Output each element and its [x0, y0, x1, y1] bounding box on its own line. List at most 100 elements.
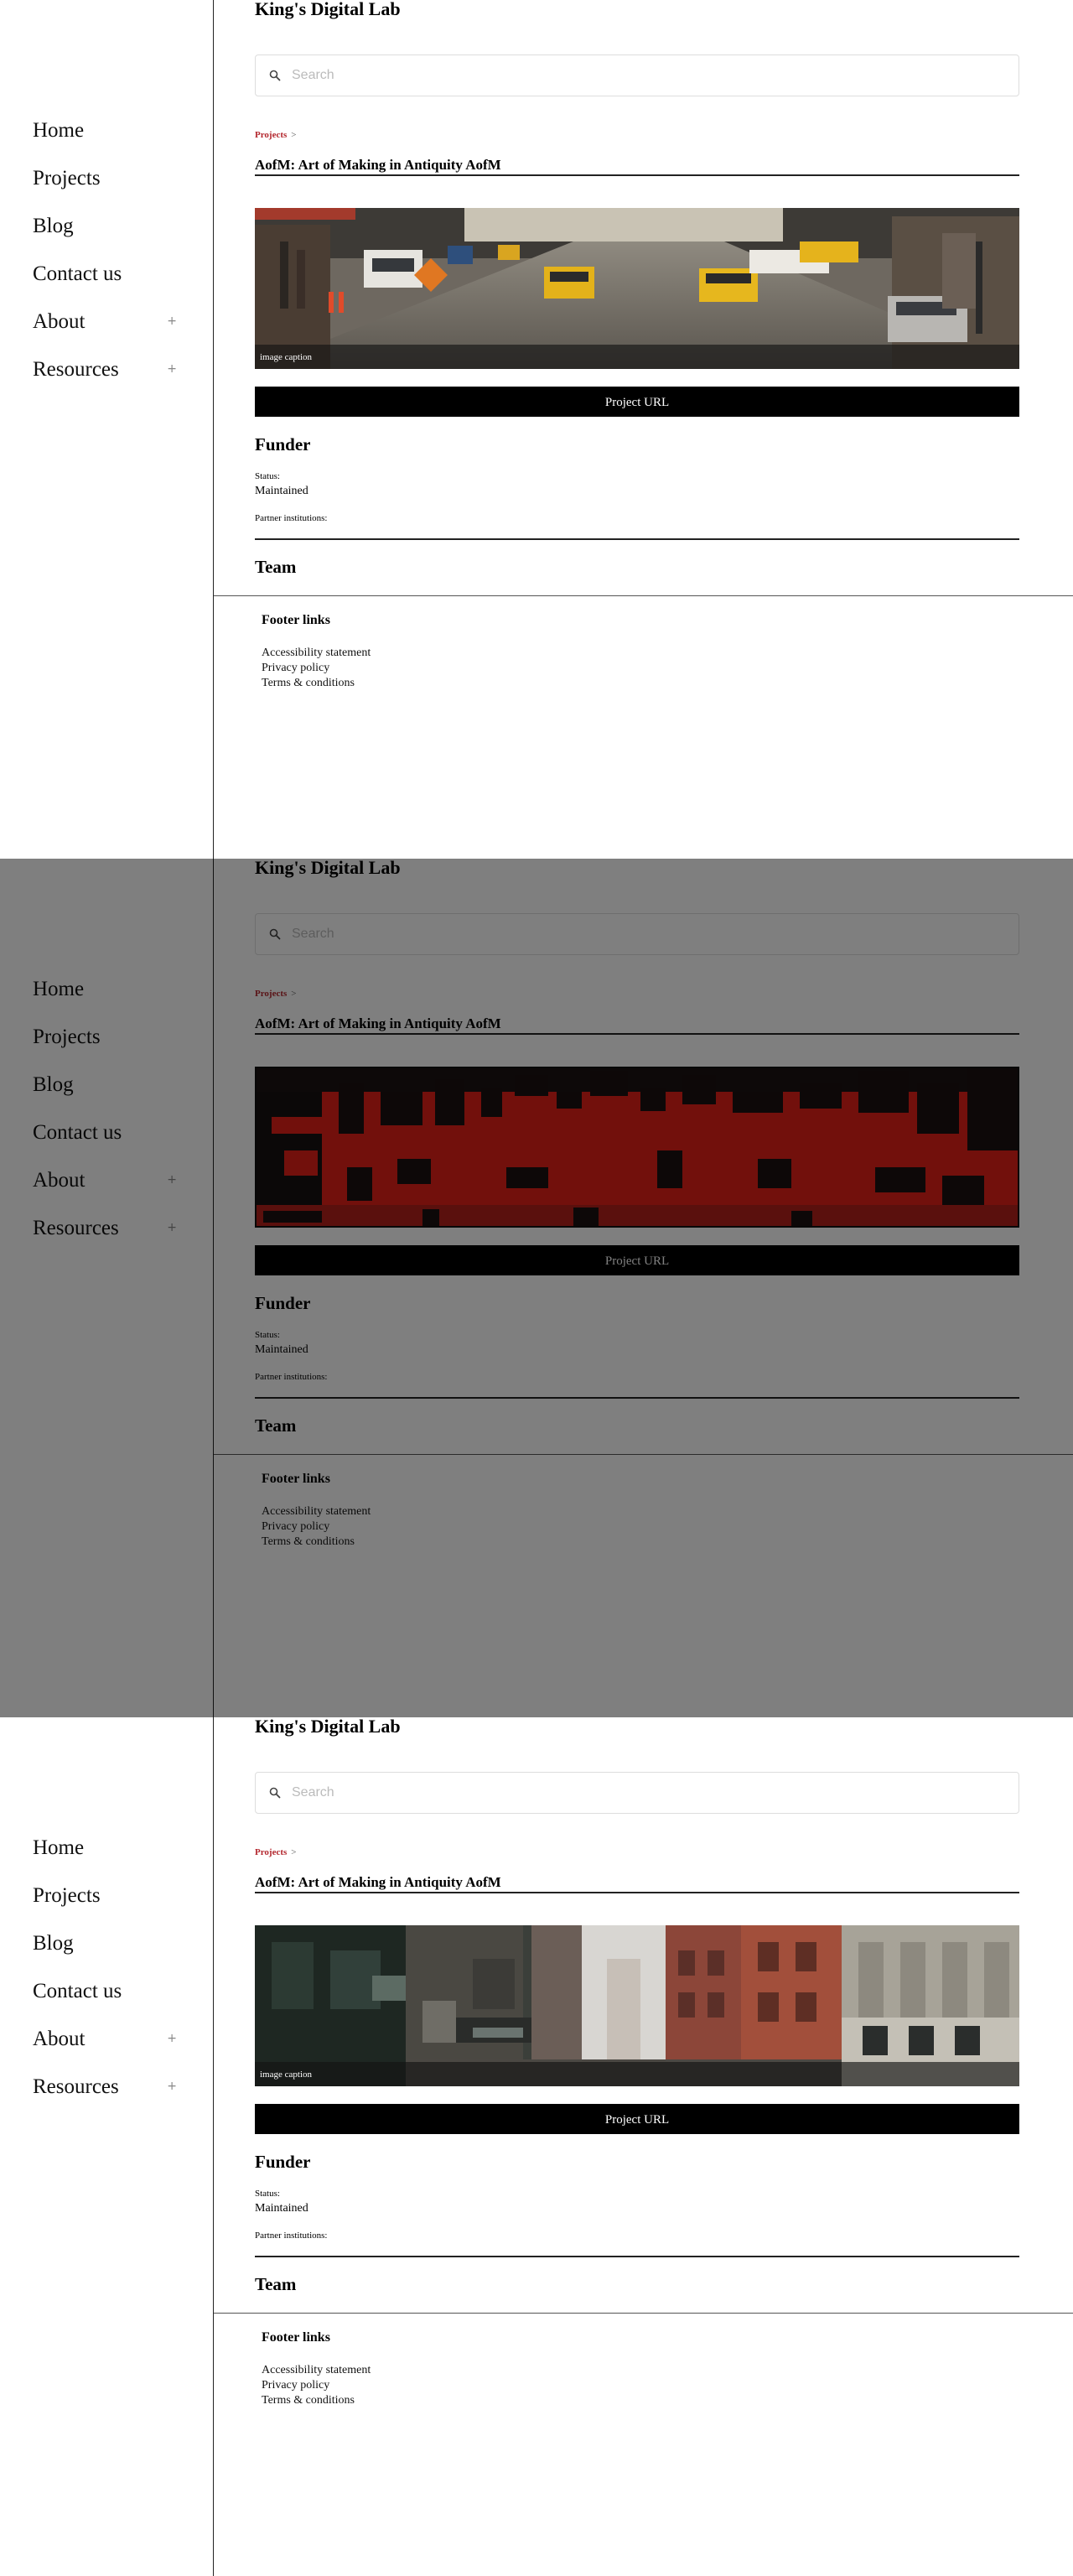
- project-image: image caption: [255, 208, 1019, 369]
- footer-link-privacy[interactable]: Privacy policy: [262, 1519, 371, 1535]
- footer: Footer links Accessibility statement Pri…: [214, 1454, 1073, 1717]
- search-box[interactable]: [255, 55, 1019, 96]
- nav-item-label: Contact us: [33, 1980, 122, 2002]
- site-title: King's Digital Lab: [255, 0, 401, 19]
- focus-outline: [255, 1067, 1019, 1228]
- expand-plus-icon[interactable]: +: [167, 1174, 177, 1186]
- team-heading: Team: [255, 557, 297, 577]
- footer-links: Accessibility statement Privacy policy T…: [262, 646, 371, 691]
- breadcrumb-separator: >: [291, 130, 297, 140]
- nav-item-blog[interactable]: Blog: [33, 213, 177, 261]
- sidebar: Home Projects Blog Contact us About + Res…: [0, 1717, 214, 2576]
- image-caption-bar: image caption: [255, 345, 1019, 369]
- nav-item-blog[interactable]: Blog: [33, 1930, 177, 1978]
- footer: Footer links Accessibility statement Pri…: [214, 2313, 1073, 2576]
- nav-item-label: About: [33, 2028, 86, 2050]
- nav-item-label: Blog: [33, 215, 74, 237]
- partner-institutions-label: Partner institutions:: [255, 2231, 328, 2241]
- status-label: Status:: [255, 2189, 280, 2199]
- nav-item-resources[interactable]: Resources +: [33, 1215, 177, 1263]
- expand-plus-icon[interactable]: +: [167, 363, 177, 375]
- nav-item-blog[interactable]: Blog: [33, 1072, 177, 1119]
- nav-item-projects[interactable]: Projects: [33, 1883, 177, 1930]
- footer-link-privacy[interactable]: Privacy policy: [262, 2378, 371, 2393]
- nav-item-resources[interactable]: Resources +: [33, 356, 177, 404]
- footer-link-privacy[interactable]: Privacy policy: [262, 661, 371, 676]
- site-title: King's Digital Lab: [255, 1717, 401, 1737]
- search-box[interactable]: [255, 1772, 1019, 1814]
- nav-item-label: About: [33, 1169, 86, 1192]
- breadcrumb-link-projects[interactable]: Projects: [255, 1847, 287, 1857]
- breadcrumb-separator: >: [291, 989, 297, 999]
- nav-item-label: Home: [33, 1836, 85, 1859]
- team-heading: Team: [255, 2274, 297, 2294]
- nav-item-about[interactable]: About +: [33, 2026, 177, 2074]
- nav-item-contact[interactable]: Contact us: [33, 1978, 177, 2026]
- project-image: image caption: [255, 1925, 1019, 2086]
- search-box[interactable]: [255, 913, 1019, 955]
- nav-item-label: Projects: [33, 1026, 101, 1048]
- expand-plus-icon[interactable]: +: [167, 315, 177, 327]
- site-title: King's Digital Lab: [255, 859, 401, 878]
- breadcrumb: Projects >: [255, 988, 297, 1000]
- status-label: Status:: [255, 471, 280, 481]
- project-url-button[interactable]: Project URL: [255, 2104, 1019, 2134]
- footer-link-accessibility[interactable]: Accessibility statement: [262, 1504, 371, 1519]
- nav-item-projects[interactable]: Projects: [33, 1024, 177, 1072]
- search-input[interactable]: [292, 64, 996, 87]
- project-title: AofM: Art of Making in Antiquity AofM: [255, 156, 1019, 176]
- screen-state-default: Home Projects Blog Contact us About + Res…: [0, 0, 1073, 859]
- footer: Footer links Accessibility statement Pri…: [214, 595, 1073, 859]
- image-caption-bar: image caption: [255, 2062, 1019, 2086]
- project-title: AofM: Art of Making in Antiquity AofM: [255, 1873, 1019, 1893]
- breadcrumb-link-projects[interactable]: Projects: [255, 989, 287, 999]
- team-heading: Team: [255, 1415, 297, 1436]
- breadcrumb: Projects >: [255, 1846, 297, 1858]
- project-url-button[interactable]: Project URL: [255, 387, 1019, 417]
- page: Home Projects Blog Contact us About + Res…: [0, 0, 1073, 2576]
- sidebar: Home Projects Blog Contact us About + Res…: [0, 0, 214, 859]
- expand-plus-icon[interactable]: +: [167, 1222, 177, 1233]
- nav-item-label: Resources: [33, 2075, 119, 2098]
- project-title: AofM: Art of Making in Antiquity AofM: [255, 1015, 1019, 1035]
- project-url-button[interactable]: Project URL: [255, 1245, 1019, 1275]
- search-icon: [269, 928, 281, 940]
- status-value: Maintained: [255, 2202, 308, 2215]
- expand-plus-icon[interactable]: +: [167, 2080, 177, 2092]
- main-nav: Home Projects Blog Contact us About + Res…: [33, 1835, 177, 2122]
- nav-item-about[interactable]: About +: [33, 1167, 177, 1215]
- breadcrumb-link-projects[interactable]: Projects: [255, 130, 287, 140]
- footer-link-terms[interactable]: Terms & conditions: [262, 1535, 371, 1550]
- footer-link-accessibility[interactable]: Accessibility statement: [262, 2363, 371, 2378]
- search-input[interactable]: [292, 1781, 996, 1805]
- footer-link-terms[interactable]: Terms & conditions: [262, 2393, 371, 2408]
- nav-item-contact[interactable]: Contact us: [33, 1119, 177, 1167]
- section-divider: [255, 538, 1019, 540]
- image-caption: image caption: [260, 352, 313, 362]
- footer-link-terms[interactable]: Terms & conditions: [262, 676, 371, 691]
- nav-item-home[interactable]: Home: [33, 117, 177, 165]
- breadcrumb-separator: >: [291, 1847, 297, 1857]
- nav-item-resources[interactable]: Resources +: [33, 2074, 177, 2122]
- section-divider: [255, 1397, 1019, 1399]
- search-input[interactable]: [292, 922, 996, 946]
- footer-link-accessibility[interactable]: Accessibility statement: [262, 646, 371, 661]
- nav-item-home[interactable]: Home: [33, 976, 177, 1024]
- breadcrumb: Projects >: [255, 129, 297, 141]
- search-icon: [269, 1787, 281, 1799]
- nav-item-label: Blog: [33, 1932, 74, 1955]
- nav-item-about[interactable]: About +: [33, 309, 177, 356]
- main-nav: Home Projects Blog Contact us About + Res…: [33, 117, 177, 404]
- nav-item-home[interactable]: Home: [33, 1835, 177, 1883]
- sidebar: Home Projects Blog Contact us About + Res…: [0, 859, 214, 1717]
- nav-item-label: Home: [33, 978, 85, 1000]
- nav-item-contact[interactable]: Contact us: [33, 261, 177, 309]
- footer-heading: Footer links: [262, 2330, 330, 2345]
- nav-item-label: Projects: [33, 167, 101, 190]
- partner-institutions-label: Partner institutions:: [255, 1372, 328, 1382]
- expand-plus-icon[interactable]: +: [167, 2033, 177, 2044]
- search-icon: [269, 70, 281, 81]
- nav-item-projects[interactable]: Projects: [33, 165, 177, 213]
- main-nav: Home Projects Blog Contact us About + Res…: [33, 976, 177, 1263]
- nav-item-label: Projects: [33, 1884, 101, 1907]
